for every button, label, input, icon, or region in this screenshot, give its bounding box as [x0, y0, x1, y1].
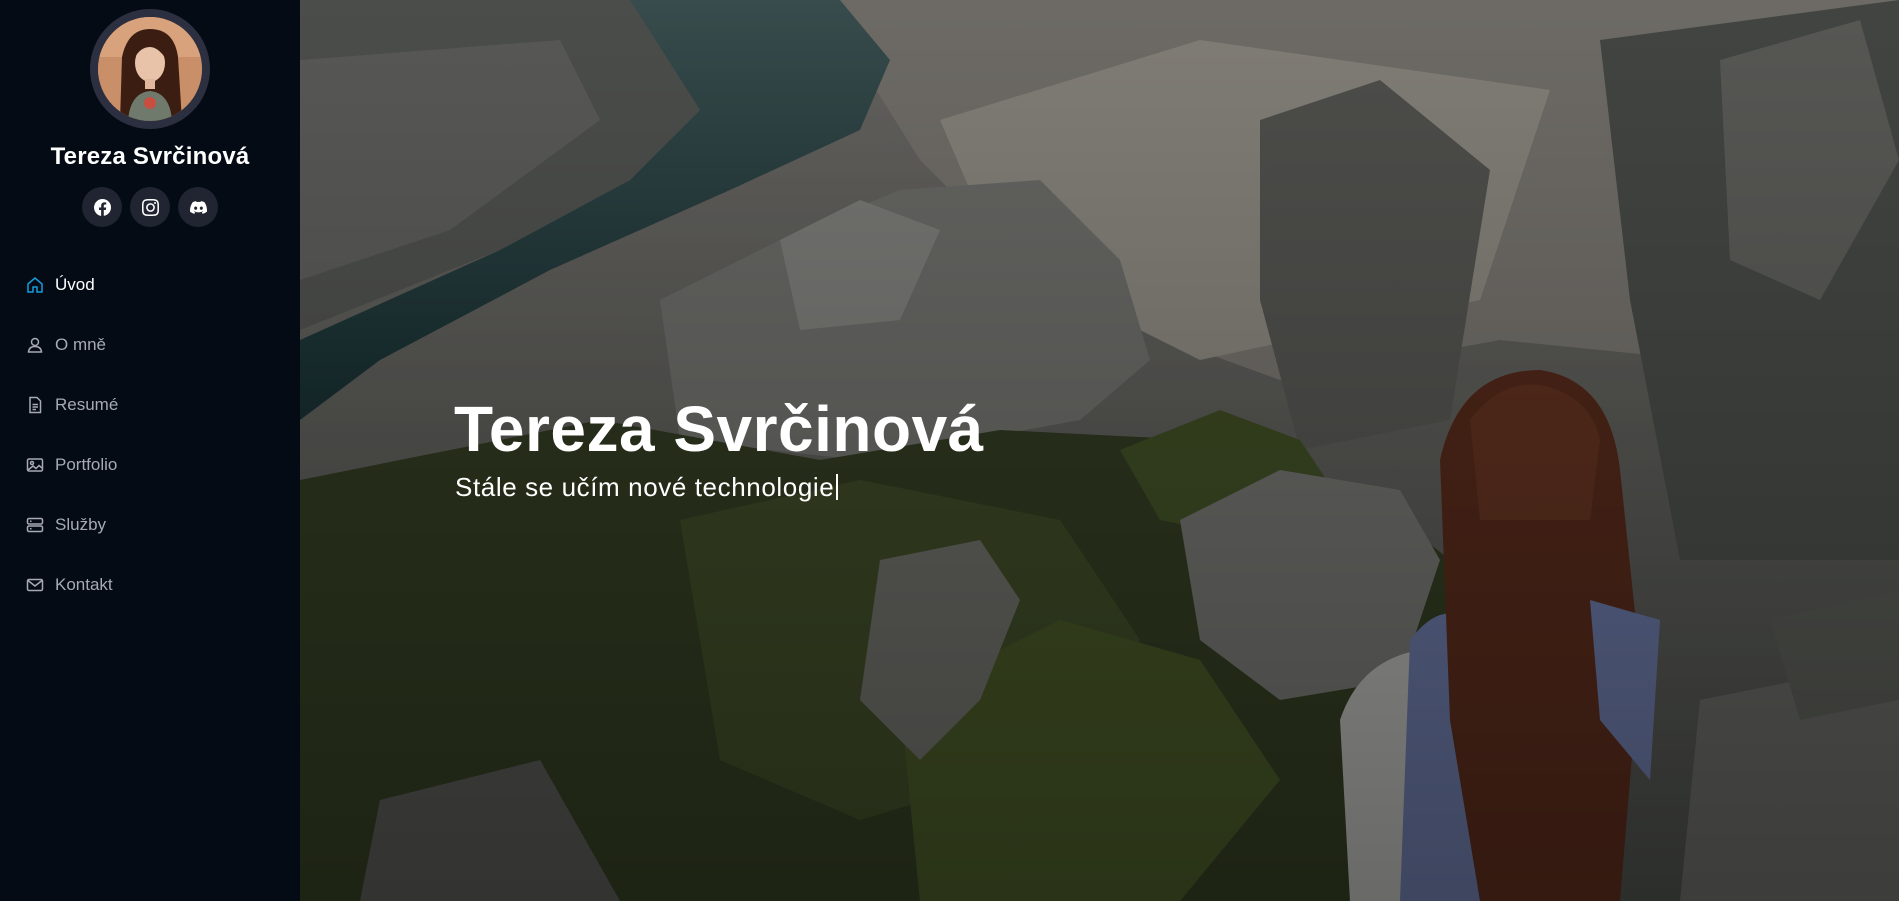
nav-item-kontakt[interactable]: Kontakt — [0, 555, 300, 615]
person-icon — [25, 335, 45, 355]
hero-section: Tereza Svrčinová Stále se učím nové tech… — [300, 0, 1899, 901]
nav-label: Kontakt — [55, 575, 113, 594]
portrait-photo-icon — [98, 17, 202, 121]
facebook-icon — [93, 198, 111, 216]
profile-name: Tereza Svrčinová — [50, 143, 250, 170]
envelope-icon — [25, 575, 45, 595]
hero-title: Tereza Svrčinová — [454, 393, 984, 465]
nav-label: O mně — [55, 335, 107, 354]
instagram-link[interactable] — [130, 187, 170, 227]
file-icon — [25, 395, 45, 415]
typed-text: Stále se učím nové technologie — [455, 472, 835, 502]
nav-label: Portfolio — [55, 455, 118, 474]
nav-item-sluzby[interactable]: Služby — [0, 495, 300, 555]
nav-item-portfolio[interactable]: Portfolio — [0, 435, 300, 495]
nav-item-resume[interactable]: Resumé — [0, 375, 300, 435]
home-icon — [25, 275, 45, 295]
typing-cursor — [836, 474, 839, 500]
discord-icon — [189, 200, 207, 214]
profile-photo — [98, 17, 202, 121]
server-icon — [25, 515, 45, 535]
discord-link[interactable] — [178, 187, 218, 227]
nav-label: Úvod — [55, 275, 95, 294]
instagram-icon — [141, 198, 159, 216]
sidebar: Tereza Svrčinová Úvod O mně Resumé Portf… — [0, 0, 300, 901]
nav-item-o-mne[interactable]: O mně — [0, 315, 300, 375]
images-icon — [25, 455, 45, 475]
nav-label: Resumé — [55, 395, 119, 414]
main-nav: Úvod O mně Resumé Portfolio Služby Konta… — [0, 255, 300, 615]
facebook-link[interactable] — [82, 187, 122, 227]
social-links — [82, 187, 218, 227]
hero-subtitle: Stále se učím nové technologie — [455, 472, 839, 503]
avatar — [90, 9, 210, 129]
nav-label: Služby — [55, 515, 107, 534]
nav-item-uvod[interactable]: Úvod — [0, 255, 300, 315]
